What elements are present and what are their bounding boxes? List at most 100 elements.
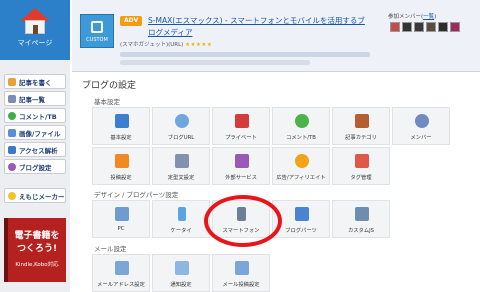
avatar[interactable] xyxy=(390,22,400,32)
comment-icon xyxy=(295,114,309,128)
tile-article-category[interactable]: 記事カテゴリ xyxy=(332,107,390,145)
image-icon xyxy=(8,128,16,137)
avatar[interactable] xyxy=(402,22,412,32)
ebook-banner-line3: Kindle,Kobo対応 xyxy=(15,262,59,268)
tile-label: PC xyxy=(117,226,125,232)
tile-mail-post[interactable]: メール投稿設定 xyxy=(212,254,270,292)
mypage-button[interactable]: マイページ xyxy=(0,0,70,60)
tile-tag-management[interactable]: タグ管理 xyxy=(332,147,390,185)
sidebar-item-comments[interactable]: コメント/TB xyxy=(4,108,66,123)
rating-stars: ★★★★★ xyxy=(185,42,213,48)
blog-header: CUSTOM ADV S-MAX(エスマックス) - スマートフォンとモバイルを… xyxy=(72,0,480,72)
tile-blog-url[interactable]: ブログURL xyxy=(152,107,210,145)
comment-icon xyxy=(8,111,16,120)
coin-icon xyxy=(295,154,309,168)
section-title-mail: メール設定 xyxy=(94,245,127,253)
book-icon xyxy=(355,114,369,128)
sidebar-item-analytics[interactable]: アクセス解析 xyxy=(4,142,66,157)
tile-notifications[interactable]: 通知設定 xyxy=(152,254,210,292)
sidebar-item-label: 記事を書く xyxy=(19,78,52,87)
tile-label: プライベート xyxy=(225,135,257,141)
ebook-banner[interactable]: 電子書籍を つくろう! Kindle,Kobo対応 xyxy=(4,218,66,282)
avatar[interactable] xyxy=(450,22,460,32)
monitor-icon xyxy=(115,207,129,221)
tile-members[interactable]: メンバー xyxy=(392,107,450,145)
tile-post-settings[interactable]: 投稿設定 xyxy=(92,147,150,185)
tag-icon xyxy=(355,154,369,168)
sitemap-icon xyxy=(295,207,309,221)
smile-icon xyxy=(8,191,16,200)
emoji-maker-label: えもじメーカー xyxy=(19,192,65,201)
people-icon xyxy=(415,114,429,128)
tile-label: メール投稿設定 xyxy=(222,282,260,288)
blurred-description xyxy=(120,60,310,65)
tile-label: 記事カテゴリ xyxy=(345,135,377,141)
tile-label: 投稿設定 xyxy=(110,175,132,181)
blog-title-link[interactable]: S-MAX(エスマックス) - スマートフォンとモバイルを活用するブログメディア xyxy=(148,15,366,39)
emoji-maker-button[interactable]: えもじメーカー xyxy=(4,188,66,203)
mypage-label: マイページ xyxy=(17,39,53,47)
avatar[interactable] xyxy=(414,22,424,32)
pen-icon xyxy=(8,77,16,86)
avatar[interactable] xyxy=(426,22,436,32)
pencil-icon xyxy=(115,154,129,168)
key-icon xyxy=(235,114,249,128)
id-card-icon xyxy=(115,114,129,128)
sidebar-item-label: 記事一覧 xyxy=(19,95,45,104)
tile-feature-phone[interactable]: ケータイ xyxy=(152,200,210,238)
notify-icon xyxy=(175,261,189,275)
tile-basic-settings[interactable]: 基本設定 xyxy=(92,107,150,145)
tile-template-settings[interactable]: 定型文設定 xyxy=(152,147,210,185)
avatar[interactable] xyxy=(438,22,448,32)
logo-text: CUSTOM xyxy=(86,37,108,43)
section-title-design: デザイン / ブログパーツ設定 xyxy=(94,191,179,199)
chart-icon xyxy=(8,145,16,154)
sidebar-menu: 記事を書く 記事一覧 コメント/TB 画像/ファイル アクセス解析 ブログ設定 xyxy=(4,74,66,176)
tile-label: メンバー xyxy=(410,135,432,141)
globe-icon xyxy=(175,114,189,128)
sidebar-item-label: アクセス解析 xyxy=(19,146,58,155)
sidebar-item-write-article[interactable]: 記事を書く xyxy=(4,74,66,89)
sidebar-item-images[interactable]: 画像/ファイル xyxy=(4,125,66,140)
tile-label: メールアドレス設定 xyxy=(97,282,145,288)
tile-pc[interactable]: PC xyxy=(92,200,150,238)
home-icon xyxy=(20,8,50,34)
blog-category-links[interactable]: (スマホガジェット)(URL) xyxy=(120,42,183,48)
tile-label: ケータイ xyxy=(170,228,192,234)
left-sidebar: マイページ 記事を書く 記事一覧 コメント/TB 画像/ファイル アクセス解析 … xyxy=(0,0,70,292)
sidebar-item-article-list[interactable]: 記事一覧 xyxy=(4,91,66,106)
sidebar-item-label: 画像/ファイル xyxy=(19,129,61,138)
tile-comments[interactable]: コメント/TB xyxy=(272,107,330,145)
tile-label: ブログパーツ xyxy=(285,228,317,234)
blurred-description xyxy=(120,52,370,57)
member-avatars xyxy=(390,22,462,32)
tile-external-services[interactable]: 外部サービス xyxy=(212,147,270,185)
js-icon xyxy=(355,207,369,221)
sidebar-item-label: コメント/TB xyxy=(19,112,57,121)
custom-icon xyxy=(91,21,103,33)
tile-ads-affiliate[interactable]: 広告/アフィリエイト xyxy=(272,147,330,185)
tile-label: 基本設定 xyxy=(110,135,132,141)
mail-icon xyxy=(115,261,129,275)
mail-post-icon xyxy=(235,261,249,275)
template-icon xyxy=(175,154,189,168)
members-list-link[interactable]: 一覧 xyxy=(423,14,434,20)
ebook-banner-line1: 電子書籍を xyxy=(14,231,60,241)
adv-badge: ADV xyxy=(120,16,143,26)
tile-label: 外部サービス xyxy=(225,175,257,181)
highlight-circle xyxy=(204,195,282,247)
blog-logo: CUSTOM xyxy=(80,14,114,48)
tile-label: 通知設定 xyxy=(170,282,192,288)
gear-icon xyxy=(8,162,16,171)
tile-custom-js[interactable]: カスタムJS xyxy=(332,200,390,238)
tile-private[interactable]: プライベート xyxy=(212,107,270,145)
tile-label: カスタムJS xyxy=(347,228,375,234)
tile-label: タグ管理 xyxy=(350,175,372,181)
sidebar-item-blog-settings[interactable]: ブログ設定 xyxy=(4,159,66,174)
page-title: ブログの設定 xyxy=(82,81,137,91)
tile-label: ブログURL xyxy=(167,135,195,141)
feature-phone-icon xyxy=(178,207,186,221)
section-title-basic: 基本設定 xyxy=(94,98,120,106)
tile-mail-address[interactable]: メールアドレス設定 xyxy=(92,254,150,292)
members-label: 参加メンバー(一覧) xyxy=(388,14,437,20)
